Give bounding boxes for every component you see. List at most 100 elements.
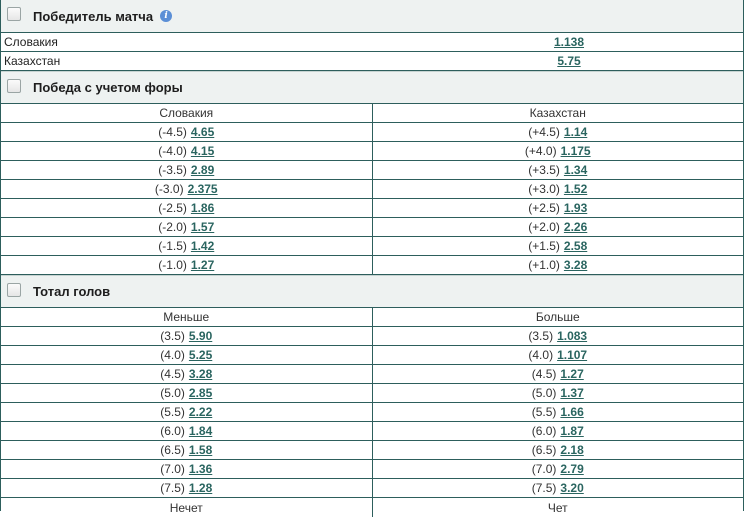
line-value: (6.0) bbox=[531, 424, 557, 438]
odd-link[interactable]: 1.86 bbox=[191, 201, 214, 215]
odds-cell: (+3.5) 1.34 bbox=[373, 161, 744, 179]
odd-link[interactable]: 1.138 bbox=[554, 35, 584, 49]
column-header: Словакия bbox=[1, 104, 373, 122]
odd-link[interactable]: 1.14 bbox=[564, 125, 587, 139]
odds-row: (5.5) 2.22 (5.5) 1.66 bbox=[1, 403, 743, 422]
line-value: (7.0) bbox=[531, 462, 557, 476]
odd-link[interactable]: 3.28 bbox=[189, 367, 212, 381]
odd-link[interactable]: 1.58 bbox=[189, 443, 212, 457]
odds-cell: (+2.0) 2.26 bbox=[373, 218, 744, 236]
column-header: Больше bbox=[535, 310, 580, 324]
line-value: (4.0) bbox=[160, 348, 185, 362]
odd-link[interactable]: 1.34 bbox=[564, 163, 587, 177]
odds-cell: (4.5) 1.27 bbox=[373, 365, 744, 383]
odd-link[interactable]: 1.107 bbox=[557, 348, 587, 362]
odd-link[interactable]: 1.36 bbox=[189, 462, 212, 476]
odd-link[interactable]: 2.26 bbox=[564, 220, 587, 234]
odds-cell: (4.0) 1.107 bbox=[373, 346, 744, 364]
odds-cell: (+2.5) 1.93 bbox=[373, 199, 744, 217]
odd-link[interactable]: 1.27 bbox=[560, 367, 583, 381]
line-value: (-2.0) bbox=[158, 220, 187, 234]
odd-link[interactable]: 1.84 bbox=[189, 424, 212, 438]
odd-link[interactable]: 1.57 bbox=[191, 220, 214, 234]
odd-link[interactable]: 1.37 bbox=[560, 386, 583, 400]
section-header-winner[interactable]: Победитель матча i bbox=[1, 0, 743, 33]
odd-link[interactable]: 1.93 bbox=[564, 201, 587, 215]
odds-cell: (-1.5) 1.42 bbox=[1, 237, 373, 255]
line-value: (+4.0) bbox=[524, 144, 557, 158]
odd-link[interactable]: 1.27 bbox=[191, 258, 214, 272]
odds-cell: (-4.5) 4.65 bbox=[1, 123, 373, 141]
checkbox-icon[interactable] bbox=[7, 282, 21, 297]
market-row: Словакия 1.138 bbox=[1, 33, 743, 52]
odd-link[interactable]: 5.75 bbox=[557, 54, 580, 68]
odd-link[interactable]: 5.90 bbox=[189, 329, 212, 343]
betting-markets: Победитель матча i Словакия 1.138 Казахс… bbox=[0, 0, 744, 517]
odds-row: (7.5) 1.28 (7.5) 3.20 bbox=[1, 479, 743, 498]
odd-link[interactable]: 2.79 bbox=[560, 462, 583, 476]
column-header-row: Нечет Чет bbox=[1, 498, 743, 517]
odd-link[interactable]: 1.28 bbox=[189, 481, 212, 495]
odds-cell: (-2.5) 1.86 bbox=[1, 199, 373, 217]
odd-link[interactable]: 5.25 bbox=[189, 348, 212, 362]
line-value: (-3.5) bbox=[158, 163, 187, 177]
line-value: (5.5) bbox=[160, 405, 185, 419]
odds-row: (6.0) 1.84 (6.0) 1.87 bbox=[1, 422, 743, 441]
odds-cell: (+1.0) 3.28 bbox=[373, 256, 744, 274]
info-icon[interactable]: i bbox=[160, 10, 173, 22]
odd-link[interactable]: 2.375 bbox=[188, 182, 218, 196]
team-name: Словакия bbox=[4, 35, 58, 49]
odds-row: (-4.0) 4.15 (+4.0) 1.175 bbox=[1, 142, 743, 161]
odd-link[interactable]: 2.22 bbox=[189, 405, 212, 419]
line-value: (+1.0) bbox=[528, 258, 560, 272]
section-title: Победа с учетом форы bbox=[33, 80, 183, 95]
odds-row: (-3.5) 2.89 (+3.5) 1.34 bbox=[1, 161, 743, 180]
odd-link[interactable]: 1.52 bbox=[564, 182, 587, 196]
column-header: Чет bbox=[547, 500, 568, 515]
section-header-totals[interactable]: Тотал голов bbox=[1, 275, 743, 308]
line-value: (6.0) bbox=[160, 424, 185, 438]
line-value: (3.5) bbox=[528, 329, 554, 343]
odd-link[interactable]: 1.42 bbox=[191, 239, 214, 253]
odds-cell: (-2.0) 1.57 bbox=[1, 218, 373, 236]
odd-link[interactable]: 4.15 bbox=[191, 144, 214, 158]
odd-link[interactable]: 2.89 bbox=[191, 163, 214, 177]
line-value: (+1.5) bbox=[528, 239, 560, 253]
line-value: (-2.5) bbox=[158, 201, 187, 215]
odd-link[interactable]: 1.083 bbox=[557, 329, 587, 343]
odds-cell: (7.0) 2.79 bbox=[373, 460, 744, 478]
handicap-rows: (-4.5) 4.65 (+4.5) 1.14 (-4.0) 4.15 (+4.0) 1.17… bbox=[1, 123, 743, 275]
odd-link[interactable]: 4.65 bbox=[191, 125, 214, 139]
odds-cell: (7.5) 1.28 bbox=[1, 479, 373, 497]
odds-row: (3.5) 5.90 (3.5) 1.083 bbox=[1, 327, 743, 346]
odd-link[interactable]: 3.20 bbox=[560, 481, 583, 495]
checkbox-icon[interactable] bbox=[7, 7, 21, 21]
line-value: (-4.0) bbox=[158, 144, 187, 158]
odds-cell: (-3.0) 2.375 bbox=[1, 180, 373, 198]
section-header-handicap[interactable]: Победа с учетом форы bbox=[1, 71, 743, 104]
odd-link[interactable]: 1.66 bbox=[560, 405, 583, 419]
column-header: Меньше bbox=[1, 308, 373, 326]
odd-link[interactable]: 2.85 bbox=[189, 386, 212, 400]
odds-row: (4.0) 5.25 (4.0) 1.107 bbox=[1, 346, 743, 365]
line-value: (-1.5) bbox=[158, 239, 187, 253]
line-value: (5.0) bbox=[160, 386, 185, 400]
odd-link[interactable]: 2.18 bbox=[560, 443, 583, 457]
odd-cell: 1.138 bbox=[371, 33, 743, 51]
odd-link[interactable]: 3.28 bbox=[564, 258, 587, 272]
odd-link[interactable]: 1.87 bbox=[560, 424, 583, 438]
checkbox-icon[interactable] bbox=[7, 78, 21, 93]
odds-cell: (+4.5) 1.14 bbox=[373, 123, 744, 141]
odd-link[interactable]: 2.58 bbox=[564, 239, 587, 253]
odds-row: (-1.5) 1.42 (+1.5) 2.58 bbox=[1, 237, 743, 256]
odds-cell: (6.5) 1.58 bbox=[1, 441, 373, 459]
odds-row: (-4.5) 4.65 (+4.5) 1.14 bbox=[1, 123, 743, 142]
odds-cell: (+4.0) 1.175 bbox=[373, 142, 744, 160]
odds-row: (7.0) 1.36 (7.0) 2.79 bbox=[1, 460, 743, 479]
odd-link[interactable]: 1.175 bbox=[561, 144, 591, 158]
odds-row: (6.5) 1.58 (6.5) 2.18 bbox=[1, 441, 743, 460]
odds-cell: (+3.0) 1.52 bbox=[373, 180, 744, 198]
odds-cell: (3.5) 5.90 bbox=[1, 327, 373, 345]
odds-cell: (5.5) 1.66 bbox=[373, 403, 744, 421]
line-value: (+4.5) bbox=[528, 125, 560, 139]
